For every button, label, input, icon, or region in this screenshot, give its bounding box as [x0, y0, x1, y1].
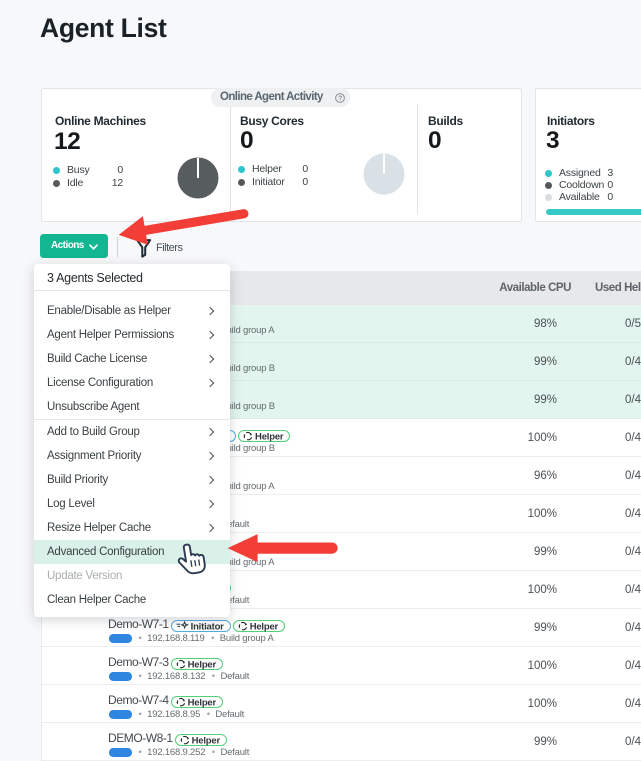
svg-text:?: ? [338, 95, 342, 102]
